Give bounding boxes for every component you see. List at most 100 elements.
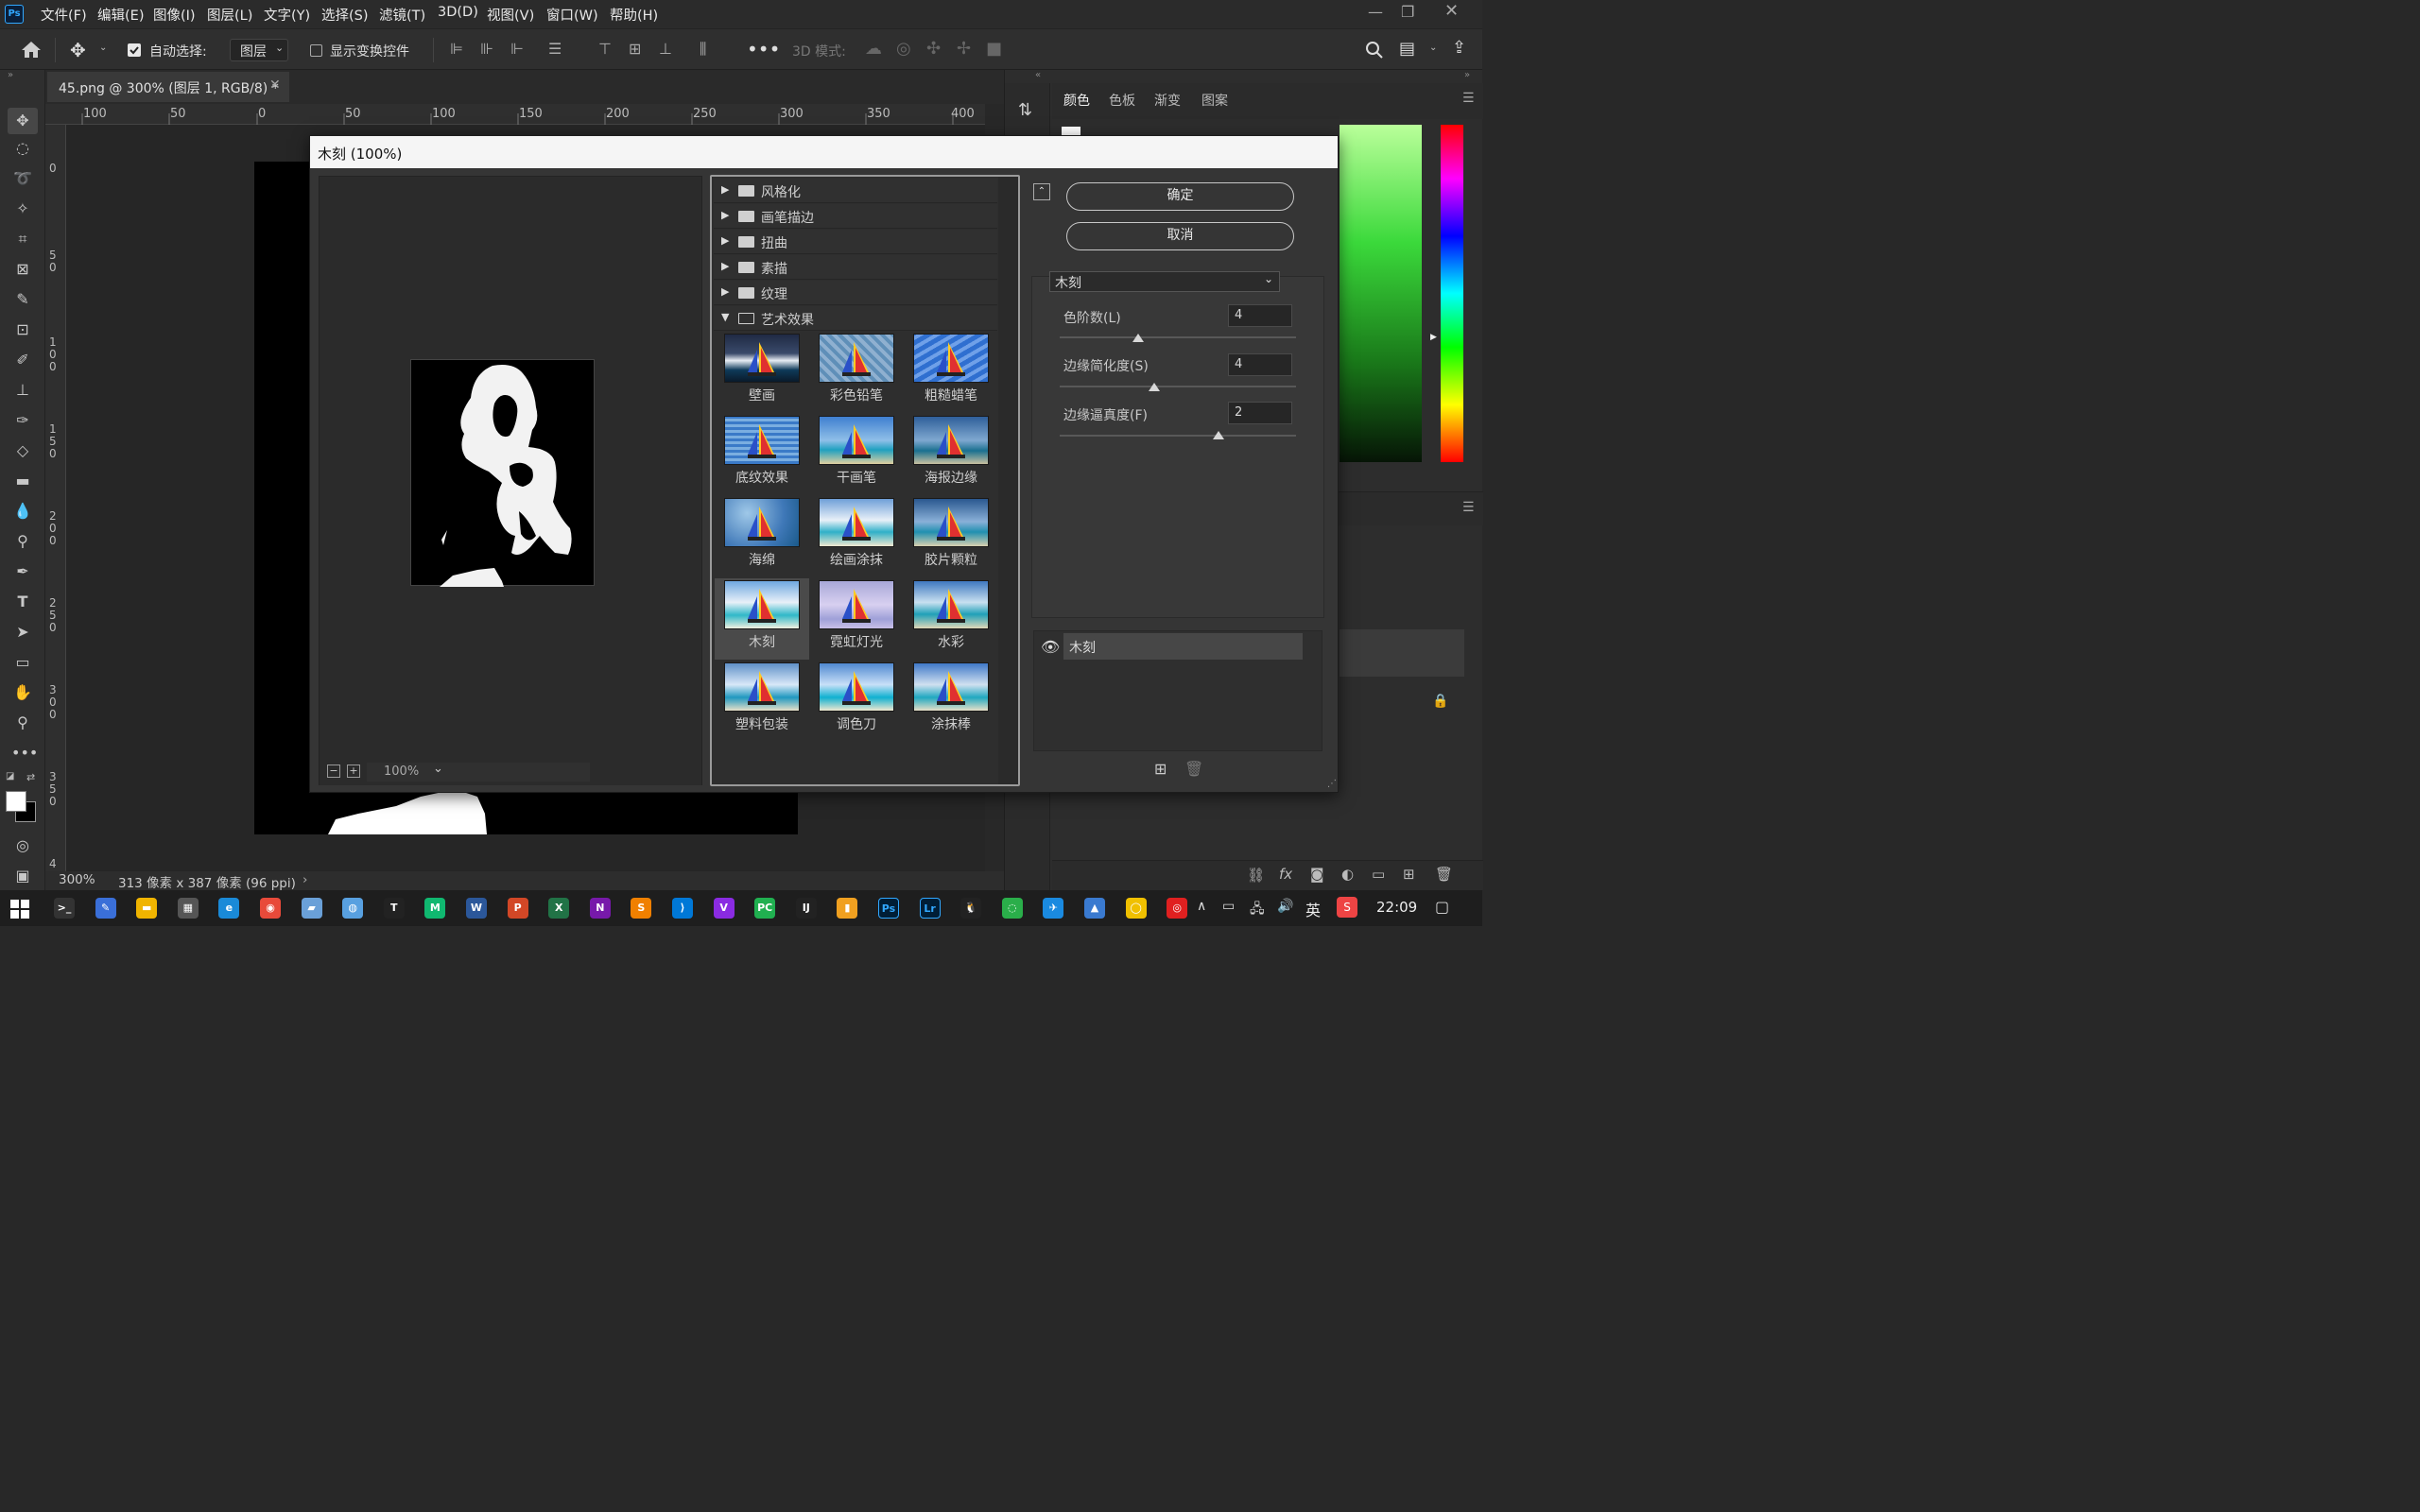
clock[interactable]: 22:09 <box>1376 899 1417 916</box>
filter-thumb-underpainting[interactable]: 底纹效果 <box>715 414 809 495</box>
default-colors-icon[interactable]: ◪ <box>6 771 14 782</box>
document-tab[interactable]: 45.png @ 300% (图层 1, RGB/8) * ✕ <box>47 72 289 102</box>
file-explorer-icon[interactable]: ▬ <box>136 898 158 919</box>
foreground-color-swatch[interactable] <box>6 791 26 812</box>
tab-patterns[interactable]: 图案 <box>1201 91 1228 110</box>
category-sketch[interactable]: ▶ 素描 <box>714 255 997 280</box>
filter-thumb-colored-pencil[interactable]: 彩色铅笔 <box>809 332 904 413</box>
auto-select-checkbox[interactable] <box>128 43 141 57</box>
edge-icon[interactable]: e <box>218 898 240 919</box>
param-slider-levels[interactable] <box>1060 336 1296 338</box>
blur-tool-icon[interactable]: 💧 <box>11 501 34 522</box>
eye-icon[interactable]: 👁 <box>1041 638 1060 656</box>
healing-tool-icon[interactable]: ⊡ <box>11 319 34 340</box>
pen-tool-icon[interactable]: ✒ <box>11 561 34 582</box>
feishu-icon[interactable]: ✈ <box>1043 898 1064 919</box>
more-icon[interactable]: ••• <box>747 38 780 60</box>
swap-colors-icon[interactable]: ⇄ <box>26 771 35 783</box>
hue-slider-marker[interactable]: ▶ <box>1430 333 1437 342</box>
menu-type[interactable]: 文字(Y) <box>264 5 310 25</box>
menu-image[interactable]: 图像(I) <box>153 5 196 25</box>
history-panel-icon[interactable]: ⇅ <box>1018 100 1032 120</box>
onenote-icon[interactable]: N <box>589 898 611 919</box>
filter-thumb-film-grain[interactable]: 胶片颗粒 <box>904 496 998 577</box>
color-field[interactable] <box>1340 125 1422 462</box>
tab-swatches[interactable]: 色板 <box>1109 91 1135 110</box>
zoom-out-button[interactable]: − <box>327 765 340 778</box>
panel-menu-icon[interactable]: ☰ <box>1462 500 1475 515</box>
slider-thumb[interactable] <box>1149 383 1160 391</box>
panel-menu-icon[interactable]: ☰ <box>1462 91 1475 106</box>
crop-tool-icon[interactable]: ⌗ <box>11 229 34 249</box>
cancel-button[interactable]: 取消 <box>1066 222 1294 250</box>
rectangle-tool-icon[interactable]: ▭ <box>11 652 34 673</box>
align-center-icon[interactable]: ⊪ <box>480 40 493 58</box>
filter-thumb-palette-knife[interactable]: 调色刀 <box>809 661 904 742</box>
category-brush-strokes[interactable]: ▶ 画笔描边 <box>714 204 997 229</box>
lightroom-icon[interactable]: Lr <box>919 898 941 919</box>
expand-icon[interactable]: » <box>1464 70 1470 80</box>
dodge-tool-icon[interactable]: ⚲ <box>11 531 34 552</box>
qq-icon[interactable]: 🐧 <box>960 898 982 919</box>
filter-thumb-smudge-stick[interactable]: 涂抹棒 <box>904 661 998 742</box>
close-icon[interactable]: ✕ <box>1444 1 1459 21</box>
quick-mask-icon[interactable]: ◎ <box>11 835 34 856</box>
filter-thumb-rough-pastels[interactable]: 粗糙蜡笔 <box>904 332 998 413</box>
group-icon[interactable]: ▭ <box>1372 866 1385 883</box>
vscode-icon[interactable]: ⟩ <box>672 898 693 919</box>
sublime-icon[interactable]: S <box>631 898 652 919</box>
close-tab-icon[interactable]: ✕ <box>269 77 281 93</box>
lock-icon[interactable]: 🔒 <box>1432 694 1448 709</box>
collapse-icon[interactable]: » <box>8 70 13 80</box>
show-transform-checkbox[interactable] <box>310 44 322 57</box>
filter-preview[interactable]: − + 100% ⌄ <box>319 176 702 785</box>
brush-tool-icon[interactable]: ✐ <box>11 350 34 370</box>
eyedropper-tool-icon[interactable]: ✎ <box>11 289 34 310</box>
menu-file[interactable]: 文件(F) <box>41 5 87 25</box>
more-tools-icon[interactable]: ••• <box>11 743 38 764</box>
delete-effect-layer-icon[interactable]: 🗑 <box>1184 760 1203 778</box>
align-top-icon[interactable]: ⊤ <box>598 40 612 58</box>
pycharm-icon[interactable]: PC <box>754 898 776 919</box>
ime-indicator[interactable]: 英 <box>1305 898 1321 920</box>
app-icon[interactable]: ▲ <box>1084 898 1105 919</box>
pen-tool-icon[interactable]: ✎ <box>95 898 116 919</box>
layer-row[interactable] <box>1340 629 1464 677</box>
filter-thumb-poster-edges[interactable]: 海报边缘 <box>904 414 998 495</box>
menu-select[interactable]: 选择(S) <box>321 5 369 25</box>
dialog-title-bar[interactable]: 木刻 (100%) <box>310 136 1338 168</box>
word-icon[interactable]: W <box>466 898 487 919</box>
align-left-icon[interactable]: ⊫ <box>450 40 463 58</box>
filter-thumb-cutout[interactable]: 木刻 <box>715 578 809 660</box>
zoom-level[interactable]: 300% <box>59 872 95 887</box>
zoom-select[interactable]: 100% ⌄ <box>367 762 590 782</box>
filter-thumb-paint-daubs[interactable]: 绘画涂抹 <box>809 496 904 577</box>
volume-icon[interactable]: 🔊 <box>1277 899 1293 914</box>
sogou-ime-icon[interactable]: S <box>1337 897 1357 918</box>
gradient-tool-icon[interactable]: ▬ <box>11 471 34 491</box>
menu-help[interactable]: 帮助(H) <box>610 5 658 25</box>
chevron-right-icon[interactable]: › <box>302 872 307 887</box>
eraser-tool-icon[interactable]: ◇ <box>11 440 34 461</box>
notifications-icon[interactable]: ▢ <box>1435 898 1449 916</box>
visual-studio-icon[interactable]: V <box>713 898 735 919</box>
filter-list-scrollbar[interactable] <box>998 177 1018 784</box>
search-icon[interactable] <box>1365 41 1384 60</box>
menu-filter[interactable]: 滤镜(T) <box>379 5 425 25</box>
filter-thumb-neon-glow[interactable]: 霓虹灯光 <box>809 578 904 660</box>
filter-thumb-plastic-wrap[interactable]: 塑料包装 <box>715 661 809 742</box>
tab-color[interactable]: 颜色 <box>1063 91 1090 110</box>
zoom-in-button[interactable]: + <box>347 765 360 778</box>
category-distort[interactable]: ▶ 扭曲 <box>714 230 997 254</box>
hue-slider[interactable] <box>1441 125 1463 462</box>
menu-window[interactable]: 窗口(W) <box>546 5 598 25</box>
chevron-down-icon[interactable]: ⌄ <box>99 43 107 53</box>
battery-icon[interactable]: ▭ <box>1222 899 1235 914</box>
add-mask-icon[interactable]: ◙ <box>1310 866 1324 883</box>
magic-wand-tool-icon[interactable]: ✧ <box>11 198 34 219</box>
fx-icon[interactable]: fx <box>1279 866 1292 883</box>
category-artistic[interactable]: ▼ 艺术效果 <box>714 306 997 331</box>
align-right-icon[interactable]: ⊩ <box>510 40 524 58</box>
distribute-icon[interactable]: ☰ <box>548 40 562 58</box>
mindmaster-icon[interactable]: M <box>424 898 446 919</box>
